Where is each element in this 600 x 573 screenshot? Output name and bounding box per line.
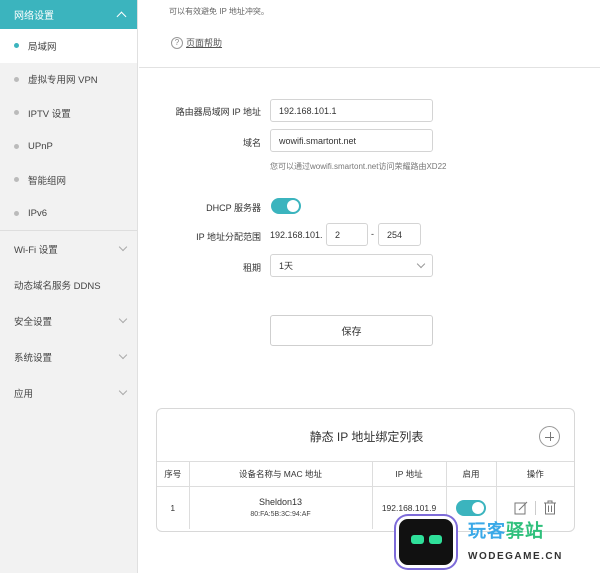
chevron-down-icon — [117, 316, 129, 326]
watermark-text: 玩客驿站 — [468, 517, 544, 543]
device-cell: Sheldon13 80:FA:5B:3C:94:AF — [189, 486, 373, 529]
sidebar-item-ddns[interactable]: 动态域名服务 DDNS — [0, 267, 137, 303]
column-header: 序号 — [157, 461, 190, 487]
device-name: Sheldon13 — [258, 497, 303, 508]
sidebar-item-wifi[interactable]: Wi-Fi 设置 — [0, 231, 137, 267]
watermark: 玩客驿站 WODEGAME.CN — [396, 513, 596, 571]
question-icon: ? — [171, 36, 183, 49]
sidebar-item-label: 系统设置 — [14, 353, 53, 364]
dhcp-toggle[interactable] — [271, 198, 301, 214]
nav-group-label: 网络设置 — [14, 11, 54, 22]
add-icon[interactable] — [539, 426, 560, 447]
eye-icon — [411, 535, 424, 544]
watermark-text-b: 驿站 — [506, 521, 544, 541]
sidebar-item-label: 安全设置 — [14, 317, 53, 328]
bullet-icon — [14, 143, 19, 149]
sidebar-item-label: Wi-Fi 设置 — [14, 245, 58, 256]
watermark-text-a: 玩客 — [468, 521, 506, 541]
sidebar-item-label: IPv6 — [28, 207, 48, 219]
sidebar-item-label: 虚拟专用网 VPN — [28, 75, 98, 87]
sidebar-item-label: 应用 — [14, 389, 34, 400]
static-ip-table-title: 静态 IP 地址绑定列表 — [309, 430, 424, 444]
column-header: 启用 — [446, 461, 497, 487]
ip-range-start-input[interactable]: 2 — [326, 223, 368, 246]
column-header: IP 地址 — [372, 461, 447, 487]
watermark-sub: WODEGAME.CN — [468, 551, 563, 562]
top-note: 可以有效避免 IP 地址冲突。 — [169, 7, 269, 16]
bullet-icon — [14, 110, 19, 116]
chevron-up-icon — [115, 10, 129, 20]
sidebar-item-ipv6[interactable]: IPv6 — [0, 197, 137, 231]
column-header: 操作 — [496, 461, 574, 487]
sidebar-item-security[interactable]: 安全设置 — [0, 303, 137, 339]
domain-hint: 您可以通过wowifi.smartont.net访问荣耀路由XD22 — [270, 162, 447, 171]
router-ip-input[interactable]: 192.168.101.1 — [270, 99, 433, 122]
lease-select[interactable]: 1天 — [270, 254, 433, 277]
sidebar-item-mesh[interactable]: 智能组网 — [0, 163, 137, 197]
sidebar-item-iptv[interactable]: IPTV 设置 — [0, 96, 137, 130]
bullet-icon — [14, 76, 19, 82]
domain-input[interactable]: wowifi.smartont.net — [270, 129, 433, 152]
chevron-down-icon — [117, 352, 129, 362]
page-help-link[interactable]: ? 页面帮助 — [171, 36, 222, 49]
sidebar-item-system[interactable]: 系统设置 — [0, 339, 137, 375]
sidebar-item-label: 动态域名服务 DDNS — [14, 281, 101, 292]
bullet-icon — [14, 177, 19, 183]
page-help-label: 页面帮助 — [186, 38, 223, 48]
divider — [139, 67, 600, 68]
ip-range-prefix: 192.168.101. — [270, 230, 323, 240]
lease-value: 1天 — [279, 261, 294, 271]
device-mac: 80:FA:5B:3C:94:AF — [250, 511, 311, 519]
sidebar-item-label: IPTV 设置 — [28, 108, 71, 120]
sidebar-item-vpn[interactable]: 虚拟专用网 VPN — [0, 63, 137, 97]
column-header: 设备名称与 MAC 地址 — [189, 461, 373, 487]
chevron-down-icon — [416, 259, 426, 269]
domain-label: 域名 — [242, 138, 261, 148]
sidebar-item-upnp[interactable]: UPnP — [0, 130, 137, 164]
row-index: 1 — [157, 486, 190, 529]
sidebar-item-lan[interactable]: 局域网 — [0, 29, 137, 63]
sidebar-item-apps[interactable]: 应用 — [0, 375, 137, 411]
dhcp-label: DHCP 服务器 — [206, 203, 261, 213]
bullet-icon — [14, 43, 19, 49]
ip-range-dash: - — [371, 229, 374, 239]
chevron-down-icon — [117, 388, 129, 398]
nav-group-network-settings[interactable]: 网络设置 — [0, 0, 137, 29]
sidebar: 网络设置 局域网 虚拟专用网 VPN IPTV 设置 UPnP 智能组网 IPv… — [0, 0, 138, 573]
save-button[interactable]: 保存 — [270, 315, 433, 346]
ip-range-end-input[interactable]: 254 — [378, 223, 421, 246]
chevron-down-icon — [117, 244, 129, 254]
sidebar-item-label: UPnP — [28, 140, 53, 152]
router-ip-label: 路由器局域网 IP 地址 — [175, 107, 261, 117]
lease-label: 租期 — [242, 263, 261, 273]
sidebar-item-label: 智能组网 — [28, 175, 67, 187]
bullet-icon — [14, 210, 19, 216]
main-content: 可以有效避免 IP 地址冲突。 ? 页面帮助 路由器局域网 IP 地址 192.… — [139, 0, 600, 573]
watermark-logo-icon — [396, 516, 456, 568]
sidebar-item-label: 局域网 — [28, 41, 57, 53]
eye-icon — [429, 535, 442, 544]
ip-range-label: IP 地址分配范围 — [196, 232, 261, 242]
